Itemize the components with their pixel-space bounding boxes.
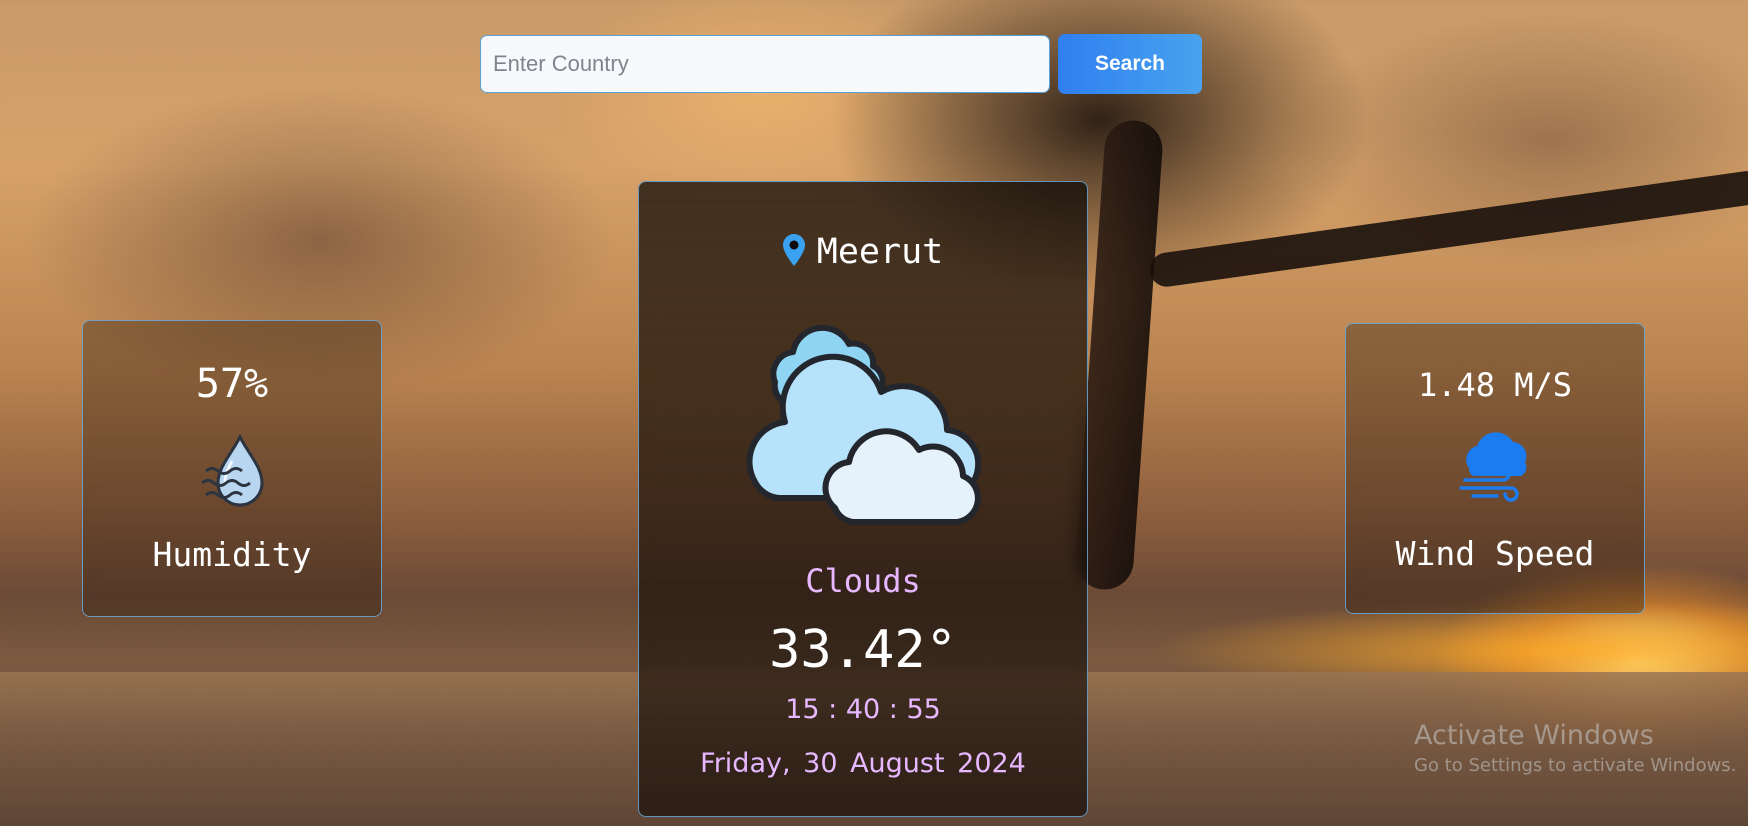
watermark-title: Activate Windows bbox=[1414, 720, 1654, 751]
map-pin-icon bbox=[782, 233, 805, 271]
current-date: Friday, 30 August 2024 bbox=[700, 748, 1026, 779]
search-button[interactable]: Search bbox=[1058, 34, 1202, 94]
city-name: Meerut bbox=[816, 232, 944, 272]
clouds-icon bbox=[735, 312, 995, 537]
humidity-value: 57% bbox=[195, 361, 269, 407]
wind-speed-card: 1.48 M/S Wind Speed bbox=[1345, 323, 1645, 614]
weather-card: Meerut Clouds 33.42° 15 : 40 : 55 Friday… bbox=[638, 181, 1088, 817]
watermark-subtitle: Go to Settings to activate Windows. bbox=[1414, 755, 1737, 776]
wind-cloud-icon bbox=[1459, 428, 1531, 509]
search-bar: Search bbox=[480, 34, 1202, 94]
wind-speed-label: Wind Speed bbox=[1395, 534, 1595, 573]
country-search-input[interactable] bbox=[480, 35, 1050, 93]
current-time: 15 : 40 : 55 bbox=[785, 694, 941, 725]
weather-condition: Clouds bbox=[805, 562, 921, 600]
wind-speed-value: 1.48 M/S bbox=[1417, 366, 1573, 404]
humidity-card: 57% Humidity bbox=[82, 320, 382, 617]
palm-branch bbox=[1147, 168, 1748, 289]
location-row: Meerut bbox=[639, 232, 1087, 272]
sunset-glow bbox=[1150, 600, 1748, 700]
temperature: 33.42° bbox=[769, 620, 957, 680]
windows-activation-watermark: Activate Windows Go to Settings to activ… bbox=[1414, 720, 1736, 776]
humidity-drop-icon bbox=[192, 431, 272, 516]
humidity-label: Humidity bbox=[152, 535, 312, 574]
